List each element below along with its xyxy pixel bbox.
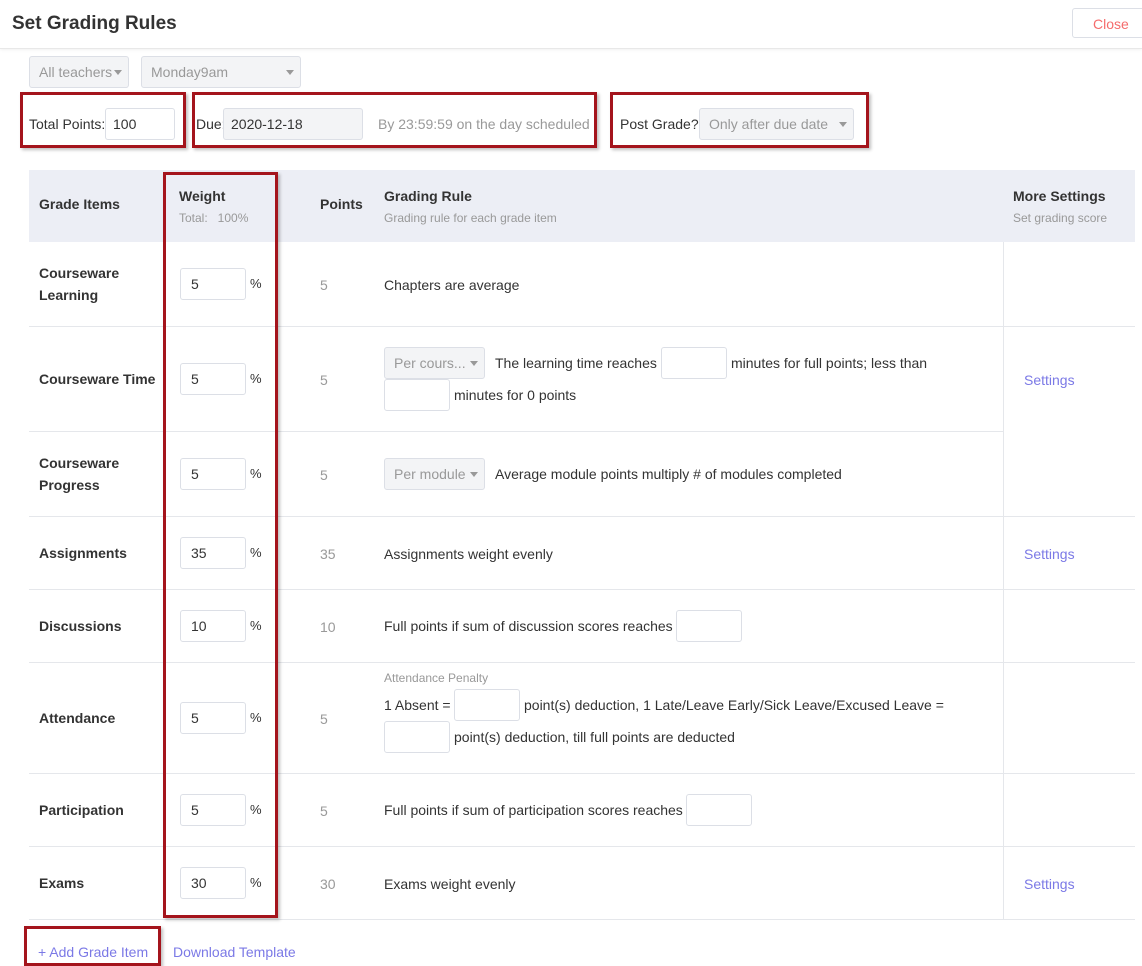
class-filter-select[interactable]: Monday9am <box>141 56 301 88</box>
grading-rule-text: The learning time reaches <box>495 355 657 371</box>
late-deduction-input[interactable] <box>384 721 450 753</box>
col-header-grade-items: Grade Items <box>39 196 120 212</box>
grade-item-name: Participation <box>39 802 124 818</box>
courseware-time-mode-value: Per cours... <box>394 355 466 371</box>
percent-sign: % <box>250 371 262 386</box>
settings-column-divider <box>1003 242 1004 919</box>
grading-rule-text: Full points if sum of discussion scores … <box>384 618 673 634</box>
col-header-points: Points <box>320 196 363 212</box>
add-grade-item-link[interactable]: + Add Grade Item <box>38 944 148 960</box>
points-value: 5 <box>320 277 328 293</box>
grading-rule-text: point(s) deduction, 1 Late/Leave Early/S… <box>524 697 944 713</box>
percent-sign: % <box>250 545 262 560</box>
row-divider <box>29 662 1135 663</box>
chevron-down-icon <box>286 70 294 75</box>
chevron-down-icon <box>114 70 122 75</box>
points-value: 5 <box>320 372 328 388</box>
chevron-down-icon <box>839 122 847 127</box>
weight-input[interactable]: 30 <box>180 867 246 899</box>
attendance-penalty-label: Attendance Penalty <box>384 671 489 685</box>
total-points-label: Total Points: <box>29 116 106 132</box>
due-label: Due: <box>196 116 226 132</box>
row-divider <box>29 919 1135 920</box>
class-filter-value: Monday9am <box>151 64 229 80</box>
col-header-weight: Weight <box>179 188 226 204</box>
points-value: 5 <box>320 467 328 483</box>
settings-link[interactable]: Settings <box>1024 546 1075 562</box>
participation-score-input[interactable] <box>686 794 752 826</box>
absent-deduction-input[interactable] <box>454 689 520 721</box>
grading-rule-text: Full points if sum of participation scor… <box>384 802 683 818</box>
weight-input[interactable]: 5 <box>180 458 246 490</box>
chevron-down-icon <box>470 472 478 477</box>
percent-sign: % <box>250 802 262 817</box>
points-value: 5 <box>320 711 328 727</box>
grading-rule-text: Chapters are average <box>384 277 520 293</box>
grading-rule-text: Assignments weight evenly <box>384 546 553 562</box>
discussion-score-input[interactable] <box>676 610 742 642</box>
row-divider <box>29 326 1135 327</box>
teacher-filter-select[interactable]: All teachers <box>29 56 129 88</box>
weight-total: Total: 100% <box>179 211 249 225</box>
courseware-progress-mode-value: Per module <box>394 466 466 482</box>
row-divider <box>29 516 1135 517</box>
weight-input[interactable]: 5 <box>180 363 246 395</box>
grade-item-name: Assignments <box>39 545 127 561</box>
col-header-grading-rule: Grading Rule <box>384 188 472 204</box>
percent-sign: % <box>250 618 262 633</box>
grade-item-name: Courseware Time <box>39 371 156 387</box>
grade-item-name: Courseware Learning <box>39 265 120 303</box>
grading-rule-text: point(s) deduction, till full points are… <box>454 729 735 745</box>
post-grade-value: Only after due date <box>709 116 829 132</box>
percent-sign: % <box>250 710 262 725</box>
grade-item-name: Exams <box>39 875 85 891</box>
grading-rule-text: minutes for 0 points <box>454 387 577 403</box>
download-template-link[interactable]: Download Template <box>173 944 296 960</box>
page-title: Set Grading Rules <box>12 13 177 34</box>
grading-rule-text: Exams weight evenly <box>384 876 516 892</box>
post-grade-select[interactable]: Only after due date <box>699 108 854 140</box>
zero-points-minutes-input[interactable] <box>384 379 450 411</box>
weight-input[interactable]: 5 <box>180 794 246 826</box>
row-divider <box>29 773 1135 774</box>
total-points-input[interactable]: 100 <box>105 108 175 140</box>
grading-rule-subtitle: Grading rule for each grade item <box>384 211 557 225</box>
row-divider <box>29 846 1135 847</box>
teacher-filter-value: All teachers <box>39 64 113 80</box>
grading-rule-text: 1 Absent = <box>384 697 451 713</box>
percent-sign: % <box>250 875 262 890</box>
due-date-input[interactable]: 2020-12-18 <box>223 108 363 140</box>
weight-input[interactable]: 5 <box>180 702 246 734</box>
due-note: By 23:59:59 on the day scheduled <box>378 116 590 132</box>
courseware-progress-mode-select[interactable]: Per module <box>384 458 485 490</box>
close-button[interactable]: Close <box>1072 8 1142 38</box>
points-value: 30 <box>320 876 336 892</box>
post-grade-label: Post Grade? <box>620 116 699 132</box>
row-divider <box>29 589 1135 590</box>
row-divider <box>29 431 1003 432</box>
grading-rule-text: Average module points multiply # of modu… <box>495 466 842 482</box>
chevron-down-icon <box>470 361 478 366</box>
grade-item-name: Discussions <box>39 618 122 634</box>
weight-input[interactable]: 10 <box>180 610 246 642</box>
grading-rule-text: minutes for full points; less than <box>731 355 928 371</box>
settings-link[interactable]: Settings <box>1024 372 1075 388</box>
grade-item-name: Courseware Progress <box>39 455 120 493</box>
courseware-time-mode-select[interactable]: Per cours... <box>384 347 485 379</box>
points-value: 5 <box>320 803 328 819</box>
points-value: 35 <box>320 546 336 562</box>
points-value: 10 <box>320 619 336 635</box>
settings-link[interactable]: Settings <box>1024 876 1075 892</box>
weight-input[interactable]: 35 <box>180 537 246 569</box>
grade-item-name: Attendance <box>39 710 116 726</box>
weight-input[interactable]: 5 <box>180 268 246 300</box>
full-points-minutes-input[interactable] <box>661 347 727 379</box>
col-header-more-settings: More Settings <box>1013 188 1106 204</box>
more-settings-subtitle: Set grading score <box>1013 211 1108 225</box>
percent-sign: % <box>250 466 262 481</box>
percent-sign: % <box>250 276 262 291</box>
table-header <box>29 170 1135 242</box>
